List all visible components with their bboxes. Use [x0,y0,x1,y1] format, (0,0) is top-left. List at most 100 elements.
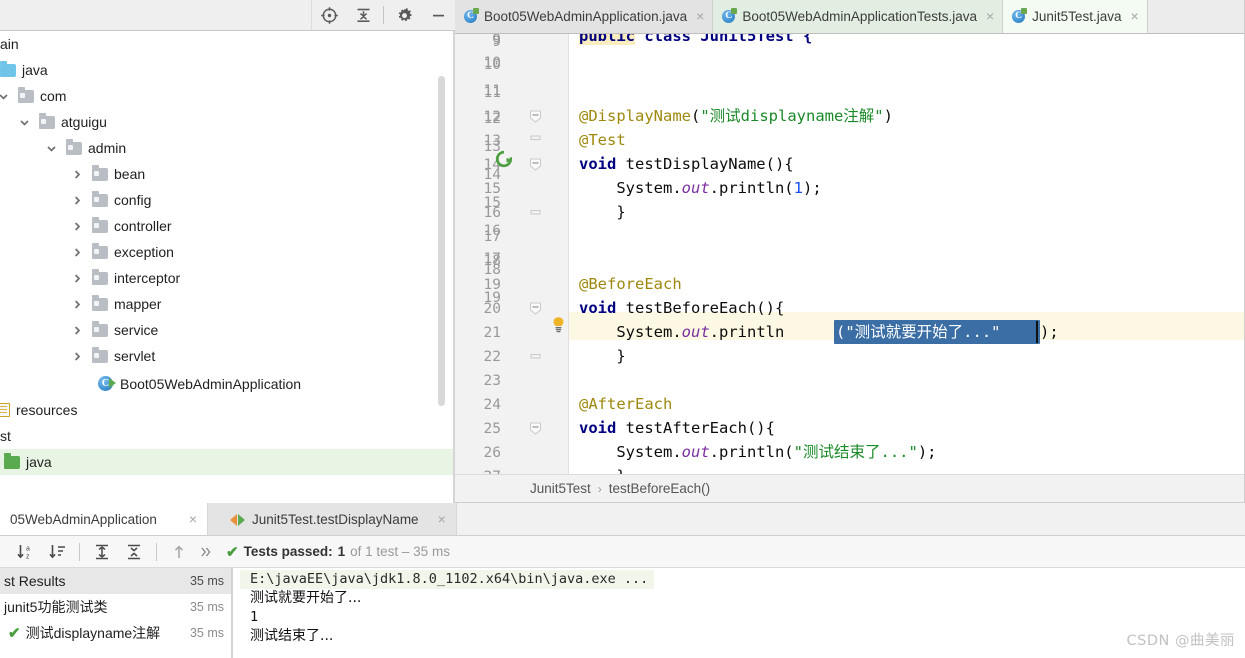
editor-tab-2[interactable]: C Junit5Test.java × [1003,0,1148,33]
collapse-all-icon[interactable] [346,0,380,30]
code-token-void: void [579,419,617,437]
project-tree[interactable]: ain java com atguigu admin bean config c… [0,31,455,503]
fold-brace-icon[interactable] [529,134,542,147]
fold-collapse-icon[interactable] [529,158,542,171]
close-icon[interactable]: × [189,512,197,526]
folder-icon [92,294,108,311]
run-tab-bar: 05WebAdminApplication × Junit5Test.testD… [0,503,1245,536]
code-line-27: } [579,462,625,474]
fold-collapse-icon[interactable] [529,422,542,435]
tree-label: service [114,322,159,338]
sort-alphabetically-icon[interactable]: a z [10,538,40,566]
source-folder-icon [0,60,16,77]
tree-row-atguigu[interactable]: atguigu [0,109,438,135]
run-test-icon[interactable] [495,150,513,168]
tree-row-exception[interactable]: exception [0,239,438,265]
close-icon[interactable]: × [986,9,994,23]
ln-27: 27 [455,463,501,474]
tree-label: Boot05WebAdminApplication [120,376,302,392]
breadcrumb[interactable]: Junit5Test › testBeforeEach() [455,474,1245,503]
editor-tab-0[interactable]: C Boot05WebAdminApplication.java × [455,0,714,33]
chevron-right-icon[interactable] [70,167,84,181]
tree-row-interceptor[interactable]: interceptor [0,265,438,291]
code-token-end: ); [917,443,937,461]
test-results-tree[interactable]: st Results 35 ms junit5功能测试类 35 ms ✔ 测试d… [0,568,232,658]
editor-tab-label: Junit5Test.java [1032,8,1122,24]
status-count: 1 [337,544,346,559]
fold-collapse-icon[interactable] [529,302,542,315]
status-prefix: Tests passed: [243,544,333,559]
tree-row-admin[interactable]: admin [0,135,438,161]
chevron-right-icon[interactable] [70,193,84,207]
test-case-row[interactable]: ✔ 测试displayname注解 35 ms [0,620,231,646]
console-line-1: 测试就要开始了... [250,590,362,606]
tree-row-service[interactable]: service [0,317,438,343]
next-occurrence-icon[interactable] [196,538,216,566]
code-token-public: public [579,34,635,45]
code-editor[interactable]: 9 10 11 12 13 14 15 16 17 18 19 9 10 11 … [455,34,1245,474]
console-line-path: E:\javaEE\java\jdk1.8.0_1102.x64\bin\jav… [240,570,655,589]
tree-row-bean[interactable]: bean [0,161,438,187]
chevron-right-icon[interactable] [70,271,84,285]
tree-row-com[interactable]: com [0,83,438,109]
tree-row-main[interactable]: ain [0,31,438,57]
tree-row-config[interactable]: config [0,187,438,213]
fold-brace-icon[interactable] [529,350,542,363]
tree-row-servlet[interactable]: servlet [0,343,438,369]
code-token-paren: ) [883,107,893,125]
tree-label: interceptor [114,270,181,286]
tree-label: ain [0,36,19,52]
code-token-end: ); [803,179,822,197]
tree-row-test[interactable]: st [0,423,438,449]
project-toolbar [0,0,455,31]
chevron-down-icon[interactable] [0,89,10,103]
passed-check-icon: ✔ [226,543,239,561]
gutter-divider [568,34,569,474]
chevron-down-icon[interactable] [44,141,58,155]
previous-failed-test-icon[interactable] [164,538,194,566]
chevron-right-icon[interactable] [70,297,84,311]
code-token-println: .println( [709,179,794,197]
editor-tab-1[interactable]: C Boot05WebAdminApplicationTests.java × [713,0,1004,33]
tree-row-mapper[interactable]: mapper [0,291,438,317]
collapse-all-icon[interactable] [119,538,149,566]
chevron-right-icon[interactable] [70,219,84,233]
test-suite-row[interactable]: junit5功能测试类 35 ms [0,594,231,620]
close-icon[interactable]: × [696,9,704,23]
tree-row-resources[interactable]: resources [0,397,438,423]
tree-row-boot05webadminapplication[interactable]: C Boot05WebAdminApplication [0,371,438,397]
intention-bulb-icon[interactable] [551,316,566,333]
breadcrumb-class[interactable]: Junit5Test [530,481,591,496]
tree-label: servlet [114,348,156,364]
resources-folder-icon [0,403,10,417]
sort-by-duration-icon[interactable] [42,538,72,566]
toolbar-separator [79,542,80,561]
test-duration: 35 ms [189,574,224,588]
code-token-out: out [681,323,710,341]
toolbar-separator [156,542,157,561]
close-icon[interactable]: × [438,512,446,526]
tree-row-java-main[interactable]: java [0,57,438,83]
chevron-right-icon[interactable] [70,349,84,363]
fold-collapse-icon[interactable] [529,110,542,123]
project-tree-scrollbar[interactable] [438,76,445,406]
close-icon[interactable]: × [1130,9,1138,23]
tree-row-java-test[interactable]: java [0,449,455,475]
tree-label: config [114,192,152,208]
results-console-divider[interactable] [231,568,233,658]
breadcrumb-method[interactable]: testBeforeEach() [609,481,710,496]
folder-icon [92,268,108,285]
chevron-right-icon[interactable] [70,245,84,259]
gear-icon[interactable] [387,0,421,30]
minimize-icon[interactable] [421,0,455,30]
run-tab-1[interactable]: Junit5Test.testDisplayName × [208,503,457,535]
tree-row-controller[interactable]: controller [0,213,438,239]
run-tab-0[interactable]: 05WebAdminApplication × [0,503,208,535]
chevron-right-icon[interactable] [70,323,84,337]
test-results-header[interactable]: st Results 35 ms [0,568,231,594]
locate-target-icon[interactable] [312,0,346,30]
fold-brace-icon[interactable] [529,206,542,219]
chevron-down-icon[interactable] [17,115,31,129]
expand-all-icon[interactable] [87,538,117,566]
console-output[interactable]: E:\javaEE\java\jdk1.8.0_1102.x64\bin\jav… [240,568,1245,658]
